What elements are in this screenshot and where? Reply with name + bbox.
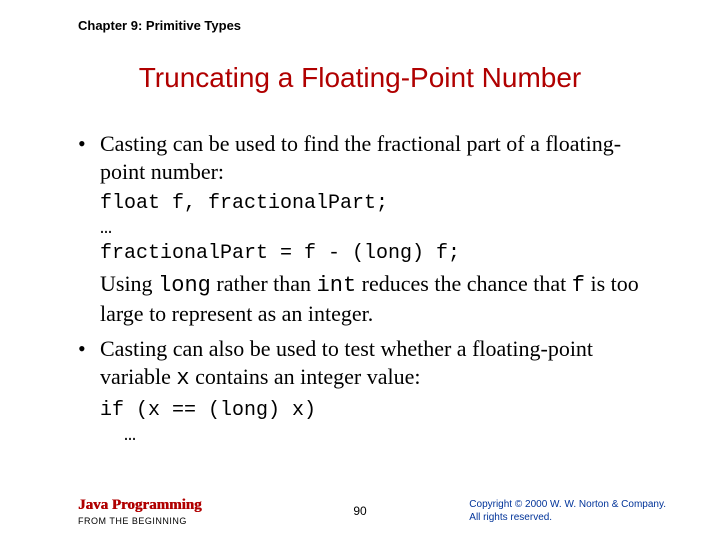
text: reduces the chance that bbox=[356, 271, 572, 296]
slide-title: Truncating a Floating-Point Number bbox=[0, 62, 720, 94]
chapter-label: Chapter 9: Primitive Types bbox=[78, 18, 241, 33]
text: contains an integer value: bbox=[190, 364, 421, 389]
bullet-1: Casting can be used to find the fraction… bbox=[78, 130, 658, 185]
code-inline-f: f bbox=[572, 273, 585, 298]
bullet-2: Casting can also be used to test whether… bbox=[78, 335, 658, 392]
code-block-1: float f, fractionalPart; … fractionalPar… bbox=[100, 191, 658, 266]
code-inline-int: int bbox=[317, 273, 357, 298]
copyright-line-1: Copyright © 2000 W. W. Norton & Company. bbox=[469, 498, 666, 511]
copyright: Copyright © 2000 W. W. Norton & Company.… bbox=[469, 498, 666, 524]
copyright-line-2: All rights reserved. bbox=[469, 511, 666, 524]
code-inline-x: x bbox=[176, 366, 189, 391]
text: Using bbox=[100, 271, 158, 296]
code-inline-long: long bbox=[158, 273, 211, 298]
explanation-1: Using long rather than int reduces the c… bbox=[100, 270, 658, 327]
text: rather than bbox=[211, 271, 317, 296]
code-block-2: if (x == (long) x) … bbox=[100, 398, 658, 448]
slide-body: Casting can be used to find the fraction… bbox=[78, 130, 658, 452]
